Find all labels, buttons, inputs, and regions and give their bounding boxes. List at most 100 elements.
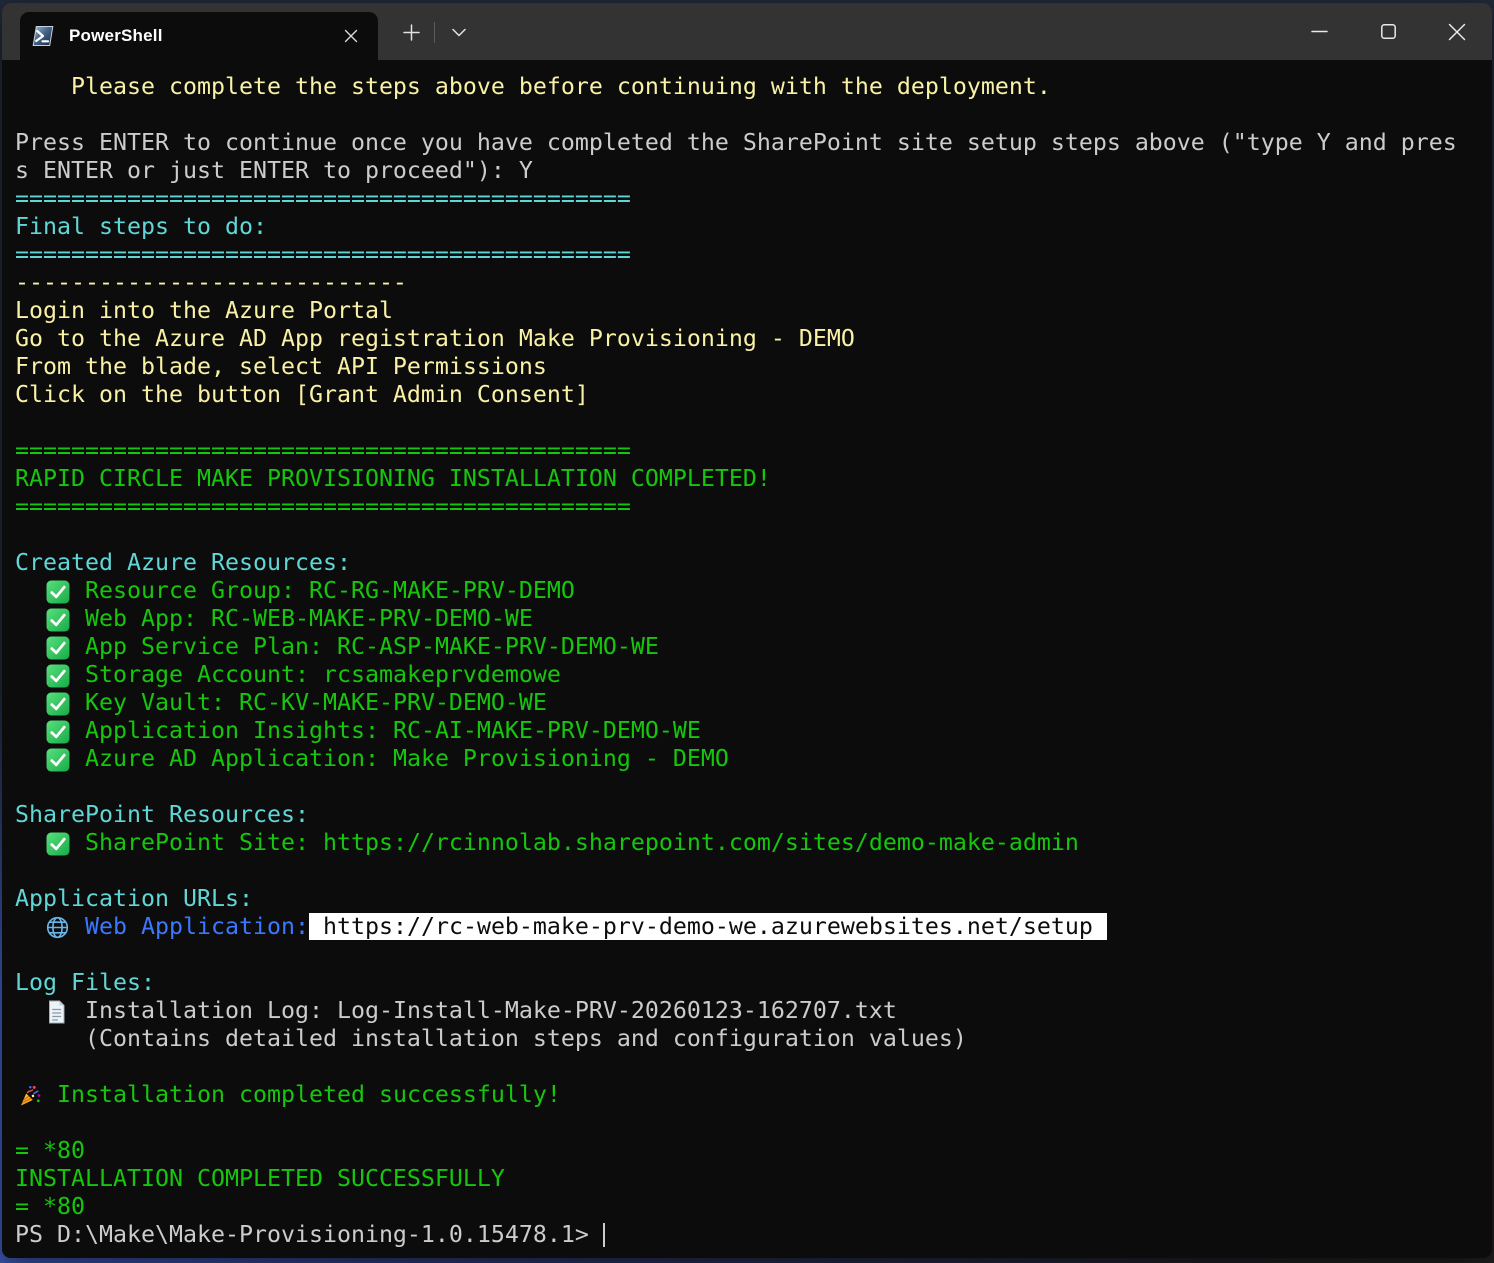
terminal-text: = *80 [15,1193,85,1220]
terminal-text: (Contains detailed installation steps an… [15,1025,967,1052]
terminal-line [15,941,1492,969]
terminal-line: From the blade, select API Permissions [15,353,1492,381]
terminal-text: Please complete the steps above before c… [15,73,1051,100]
terminal-line: ========================================… [15,437,1492,465]
page-icon [43,997,71,1025]
check-mark-icon [43,689,71,717]
terminal-text: Azure AD Application: Make Provisioning … [71,745,729,772]
terminal-text: s ENTER or just ENTER to proceed"): Y [15,157,533,184]
terminal-text: Click on the button [Grant Admin Consent… [15,381,589,408]
plus-icon [403,24,420,41]
terminal-output[interactable]: Please complete the steps above before c… [2,60,1492,1258]
terminal-line: Application Insights: RC-AI-MAKE-PRV-DEM… [15,717,1492,745]
terminal-text: From the blade, select API Permissions [15,353,547,380]
terminal-line: Created Azure Resources: [15,549,1492,577]
terminal-line: Go to the Azure AD App registration Make… [15,325,1492,353]
terminal-text: Key Vault: RC-KV-MAKE-PRV-DEMO-WE [71,689,547,716]
tab-dropdown-button[interactable] [442,12,476,52]
terminal-text: Final steps to do: [15,213,267,240]
terminal-line: Resource Group: RC-RG-MAKE-PRV-DEMO [15,577,1492,605]
terminal-text: RAPID CIRCLE MAKE PROVISIONING INSTALLAT… [15,465,771,492]
terminal-text [15,605,43,632]
check-mark-icon [43,661,71,689]
title-bar[interactable]: PowerShell [2,3,1492,60]
terminal-text: Resource Group: RC-RG-MAKE-PRV-DEMO [71,577,575,604]
terminal-text: Application Insights: RC-AI-MAKE-PRV-DEM… [71,717,701,744]
terminal-line: ---------------------------- [15,269,1492,297]
terminal-line: Please complete the steps above before c… [15,73,1492,101]
terminal-line: RAPID CIRCLE MAKE PROVISIONING INSTALLAT… [15,465,1492,493]
terminal-line: PS D:\Make\Make-Provisioning-1.0.15478.1… [15,1221,1492,1249]
terminal-text: ---------------------------- [15,269,407,296]
terminal-text: Login into the Azure Portal [15,297,393,324]
close-button[interactable] [1434,3,1480,60]
terminal-line: Application URLs: [15,885,1492,913]
terminal-line: Key Vault: RC-KV-MAKE-PRV-DEMO-WE [15,689,1492,717]
terminal-text [15,661,43,688]
terminal-line: Installation completed successfully! [15,1081,1492,1109]
check-mark-icon [43,717,71,745]
terminal-line: = *80 [15,1193,1492,1221]
terminal-text: SharePoint Resources: [15,801,309,828]
terminal-text [15,745,43,772]
desktop-background: PowerShell [0,0,1494,1263]
terminal-line: ========================================… [15,493,1492,521]
minimize-icon [1311,23,1328,40]
terminal-line [15,101,1492,129]
terminal-line [15,1109,1492,1137]
terminal-line: Web App: RC-WEB-MAKE-PRV-DEMO-WE [15,605,1492,633]
terminal-line: Web Application: https://rc-web-make-prv… [15,913,1492,941]
tab-title: PowerShell [69,26,163,46]
check-mark-icon [43,633,71,661]
terminal-line [15,409,1492,437]
new-tab-button[interactable] [394,12,428,52]
tab-powershell[interactable]: PowerShell [20,12,378,60]
terminal-line: SharePoint Resources: [15,801,1492,829]
terminal-text: PS D:\Make\Make-Provisioning-1.0.15478.1… [15,1221,603,1248]
terminal-text: Created Azure Resources: [15,549,351,576]
party-popper-icon [15,1081,43,1109]
terminal-line: = *80 [15,1137,1492,1165]
check-mark-icon [43,829,71,857]
terminal-text: = *80 [15,1137,85,1164]
close-icon [1448,23,1466,41]
terminal-text: Application URLs: [15,885,253,912]
powershell-icon [32,25,54,47]
terminal-text: ========================================… [15,493,631,520]
terminal-text [15,997,43,1024]
terminal-text [15,633,43,660]
terminal-line: SharePoint Site: https://rcinnolab.share… [15,829,1492,857]
terminal-line: ========================================… [15,185,1492,213]
terminal-line [15,1053,1492,1081]
tab-bar-divider [434,22,435,43]
terminal-text: Web App: RC-WEB-MAKE-PRV-DEMO-WE [71,605,533,632]
terminal-text: ========================================… [15,437,631,464]
terminal-text: Web Application: [71,913,309,940]
terminal-text: ========================================… [15,185,631,212]
terminal-text: Installation completed successfully! [43,1081,561,1108]
tab-close-icon[interactable] [336,21,366,51]
terminal-line: Click on the button [Grant Admin Consent… [15,381,1492,409]
terminal-text: ========================================… [15,241,631,268]
terminal-line: Final steps to do: [15,213,1492,241]
terminal-text [15,829,43,856]
terminal-text [15,689,43,716]
terminal-text: Go to the Azure AD App registration Make… [15,325,855,352]
terminal-text: Log Files: [15,969,155,996]
terminal-cursor [603,1223,605,1247]
terminal-text: Installation Log: Log-Install-Make-PRV-2… [71,997,897,1024]
terminal-text: Press ENTER to continue once you have co… [15,129,1457,156]
terminal-line: Installation Log: Log-Install-Make-PRV-2… [15,997,1492,1025]
terminal-text: INSTALLATION COMPLETED SUCCESSFULLY [15,1165,505,1192]
terminal-text [15,717,43,744]
minimize-button[interactable] [1296,3,1342,60]
terminal-line [15,521,1492,549]
terminal-line: ========================================… [15,241,1492,269]
terminal-line: Azure AD Application: Make Provisioning … [15,745,1492,773]
terminal-line: Log Files: [15,969,1492,997]
terminal-text: App Service Plan: RC-ASP-MAKE-PRV-DEMO-W… [71,633,659,660]
terminal-line: s ENTER or just ENTER to proceed"): Y [15,157,1492,185]
maximize-icon [1380,23,1397,40]
maximize-button[interactable] [1365,3,1411,60]
globe-icon [43,913,71,941]
